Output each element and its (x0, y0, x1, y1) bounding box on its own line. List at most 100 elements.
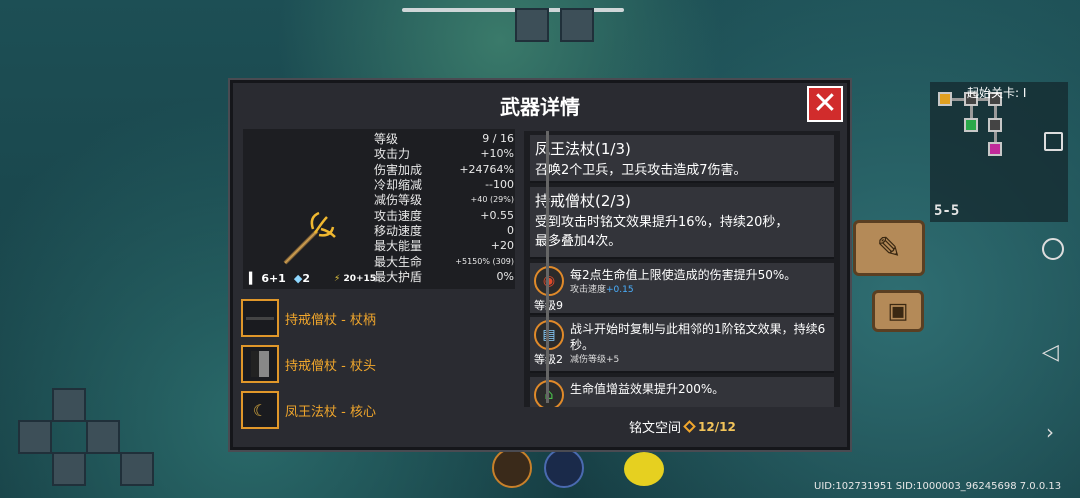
phoenix-staff-icon (283, 211, 336, 265)
crystal-value: 2 (302, 272, 310, 285)
effect-desc: 受到攻击时铭文效果提升16%，持续20秒， 最多叠加4次。 (535, 213, 829, 251)
stat-value: +0.55 (480, 208, 514, 222)
minimap-room-current (964, 118, 978, 132)
close-icon: ✕ (812, 86, 838, 121)
back-nav-icon[interactable]: ◁ (1042, 340, 1066, 365)
stat-row: 最大能量 +20 (374, 238, 514, 253)
crystal-stat: ◆2 (294, 272, 310, 285)
inscription-text: 战斗开始时复制与此相邻的1阶铭文效果，持续6秒。 (570, 322, 826, 352)
inscription-icon: ◉ (534, 266, 564, 296)
effects-panel[interactable]: 凤王法杖(1/3) 召唤2个卫兵，卫兵攻击造成7伤害。 持戒僧杖(2/3) 受到… (524, 131, 840, 407)
part-label: 持戒僧杖 - 杖柄 (285, 312, 376, 328)
floor-tile (52, 388, 86, 422)
inscription-item[interactable]: ⌂ 生命值增益效果提升200%。 (530, 377, 834, 407)
weapon-summary: ▍ 6+1 ◆2 ⚡ 20+15 (249, 272, 376, 285)
weapon-details-dialog: 武器详情 ✕ 等级 9 / 16 攻击力 +10% 伤害加成 +24764% 冷却缩减 --1… (228, 78, 852, 452)
effect-line: 受到攻击时铭文效果提升16%，持续20秒， (535, 215, 789, 230)
floor-tile (18, 420, 52, 454)
home-nav-icon[interactable] (1042, 238, 1064, 260)
inscription-desc: 每2点生命值上限使造成的伤害提升50%。 攻击速度+0.15 (570, 267, 830, 297)
recents-nav-icon[interactable] (1044, 132, 1063, 151)
stat-value: 9 / 16 (482, 132, 514, 146)
stat-value: +10% (480, 147, 514, 161)
floor-tile (120, 452, 154, 486)
part-label: 持戒僧杖 - 杖头 (285, 358, 376, 374)
damage-stat: ▍ 6+1 (249, 272, 286, 285)
stat-row: 攻击速度 +0.55 (374, 207, 514, 223)
stat-row: 减伤等级 +40 (29%) (374, 192, 514, 207)
minimap[interactable] (930, 82, 1068, 222)
inscription-bonus: 攻击速度+0.15 (570, 283, 830, 297)
part-item-core[interactable]: ☾ 凤王法杖 - 核心 (241, 391, 481, 429)
stat-row: 攻击力 +10% (374, 146, 514, 161)
part-item-head[interactable]: 持戒僧杖 - 杖头 (241, 345, 481, 383)
energy-icon: ⚡ (333, 273, 341, 284)
energy-value: 20+15 (343, 273, 377, 284)
effect-title: 凤王法杖(1/3) (535, 140, 631, 158)
inscription-icon: ⌂ (534, 380, 564, 407)
stats-list: 等级 9 / 16 攻击力 +10% 伤害加成 +24764% 冷却缩减 --100 减伤等级 +… (374, 131, 514, 284)
effect-line: 最多叠加4次。 (535, 234, 622, 249)
stat-value: +40 (29%) (470, 195, 514, 205)
effect-title: 持戒僧杖(2/3) (535, 192, 631, 210)
stat-row: 伤害加成 +24764% (374, 162, 514, 177)
scrollbar[interactable] (546, 131, 549, 403)
stat-row: 移动速度 0 (374, 223, 514, 238)
staff-head-icon (241, 345, 279, 383)
effect-desc: 召唤2个卫兵，卫兵攻击造成7伤害。 (535, 163, 747, 178)
notes-button[interactable]: ✎ (853, 220, 925, 276)
diamond-icon (683, 420, 696, 433)
stat-label: 最大护盾 (374, 269, 423, 284)
stat-row: 最大护盾 0% (374, 269, 514, 284)
slots-label: 铭文空间 (629, 421, 682, 436)
stat-value: --100 (485, 178, 514, 192)
skill-icon[interactable] (544, 448, 584, 488)
id-card-icon: ▣ (887, 298, 909, 324)
stat-value: +20 (490, 239, 514, 253)
floor-tile (52, 452, 86, 486)
inscription-text: 每2点生命值上限使造成的伤害提升50%。 (570, 268, 797, 282)
weapon-stats-panel: 等级 9 / 16 攻击力 +10% 伤害加成 +24764% 冷却缩减 --100 减伤等级 +… (243, 129, 515, 289)
set-effect: 凤王法杖(1/3) 召唤2个卫兵，卫兵攻击造成7伤害。 (530, 135, 834, 183)
minimap-label: 起始关卡: I (967, 86, 1027, 100)
skill-icon[interactable] (492, 448, 532, 488)
stat-value: 0 (507, 223, 514, 237)
stat-value: +24764% (459, 162, 514, 176)
inscription-desc: 战斗开始时复制与此相邻的1阶铭文效果，持续6秒。 减伤等级+5 (570, 321, 830, 367)
part-item-handle[interactable]: 持戒僧杖 - 杖柄 (241, 299, 481, 337)
floor-tile (515, 8, 549, 42)
stat-row: 最大生命 +5150% (309) (374, 253, 514, 269)
level-indicator: 5-5 (934, 203, 960, 219)
inscription-item[interactable]: ▤ 等级2 战斗开始时复制与此相邻的1阶铭文效果，持续6秒。 减伤等级+5 (530, 317, 834, 373)
bonus-label: 减伤等级+5 (570, 355, 620, 365)
slots-count: 12/12 (698, 419, 736, 434)
part-label: 凤王法杖 - 核心 (285, 404, 376, 420)
stat-row: 等级 9 / 16 (374, 131, 514, 146)
inscription-item[interactable]: ◉ 等级9 每2点生命值上限使造成的伤害提升50%。 攻击速度+0.15 (530, 263, 834, 315)
minimap-room-boss (988, 142, 1002, 156)
minimap-room-start (938, 92, 952, 106)
floor-tile (86, 420, 120, 454)
damage-value: 6+1 (261, 272, 286, 285)
sword-icon: ▍ (249, 272, 258, 285)
stat-row: 冷却缩减 --100 (374, 177, 514, 192)
close-button[interactable]: ✕ (807, 86, 843, 122)
stat-value: +5150% (309) (455, 256, 514, 266)
edit-icon: ✎ (876, 230, 902, 266)
inscription-desc: 生命值增益效果提升200%。 (570, 381, 830, 397)
set-effect: 持戒僧杖(2/3) 受到攻击时铭文效果提升16%，持续20秒， 最多叠加4次。 (530, 187, 834, 259)
phoenix-core-icon: ☾ (241, 391, 279, 429)
energy-stat: ⚡ 20+15 (334, 274, 376, 284)
energy-orb-icon (624, 452, 664, 486)
floor-tile (560, 8, 594, 42)
profile-button[interactable]: ▣ (872, 290, 924, 332)
stat-value: 0% (496, 269, 514, 283)
inscription-bonus: 减伤等级+5 (570, 353, 830, 367)
minimap-room (988, 118, 1002, 132)
inscription-slots: 铭文空间 12/12 (629, 417, 736, 437)
inscription-icon: ▤ (534, 320, 564, 350)
dialog-title: 武器详情 (500, 95, 580, 119)
uid-text: UID:102731951 SID:1000003_96245698 7.0.0… (814, 481, 1062, 492)
chevron-right-icon[interactable]: › (1046, 420, 1066, 444)
bonus-label: 攻击速度 (570, 285, 607, 295)
